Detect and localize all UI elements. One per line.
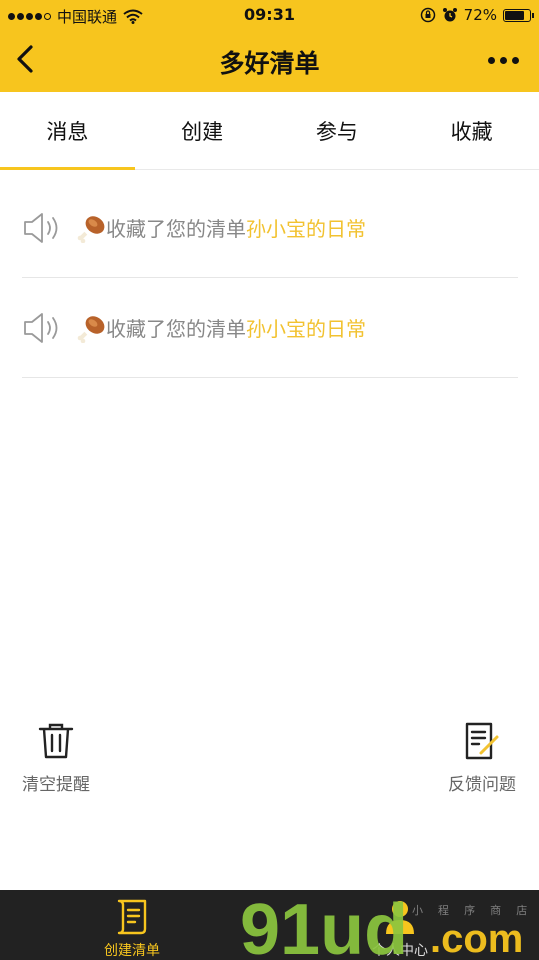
drumstick-icon [77,215,105,243]
trash-icon [38,723,74,759]
rotation-lock-icon [420,7,435,23]
message-text: 收藏了您的清单 [106,217,246,241]
tabbar-label-profile: 个人中心 [372,943,428,959]
message-text: 收藏了您的清单 [106,317,246,341]
battery-percent: 72% [463,6,497,24]
clear-reminders-label: 清空提醒 [22,775,90,795]
message-item[interactable]: 收藏了您的清单 孙小宝的日常 [22,178,518,278]
list-name-link[interactable]: 孙小宝的日常 [246,313,366,342]
clear-reminders-button[interactable]: 清空提醒 [22,722,90,795]
drumstick-icon [77,315,105,343]
message-item[interactable]: 收藏了您的清单 孙小宝的日常 [22,278,518,378]
edit-note-icon [465,722,499,760]
list-name-link[interactable]: 孙小宝的日常 [246,213,366,242]
status-bar: 中国联通 09:31 72% [0,0,539,30]
navbar: 多好清单 [0,30,539,92]
speaker-icon [24,212,58,243]
more-dots-icon [487,56,495,64]
speaker-icon [24,312,58,343]
more-button[interactable] [483,48,523,72]
tabbar-item-profile[interactable]: 个人中心 [372,898,428,960]
feedback-button[interactable]: 反馈问题 [448,722,516,795]
battery-fill [505,10,524,20]
page-title: 多好清单 [219,49,320,78]
tabbar-label-create-list: 创建清单 [104,943,160,959]
app-header: 中国联通 09:31 72% 多好清单 [0,0,539,92]
feedback-label: 反馈问题 [448,775,516,795]
bottom-tab-bar: 创建清单 个人中心 [0,890,539,960]
scroll-icon [117,899,147,935]
status-right: 72% [420,6,534,24]
tab-favorites[interactable]: 收藏 [404,92,539,169]
tab-bar: 消息 创建 参与 收藏 [0,92,539,170]
tab-create[interactable]: 创建 [135,92,270,169]
alarm-icon [442,8,457,22]
person-icon [386,901,414,934]
tab-messages[interactable]: 消息 [0,92,135,170]
tabbar-item-create-list[interactable]: 创建清单 [104,898,160,960]
tab-participate[interactable]: 参与 [270,92,405,169]
battery-icon [503,8,534,22]
